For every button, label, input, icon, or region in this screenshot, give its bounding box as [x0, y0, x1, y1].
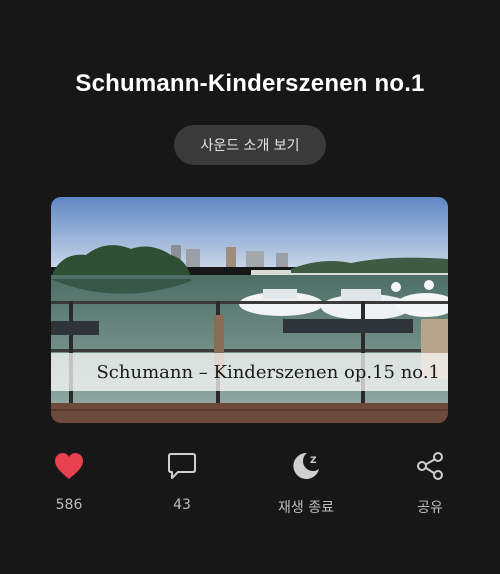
svg-text:Z: Z	[310, 456, 317, 466]
action-bar: 586 43 Z 재생 종료 공유	[0, 449, 500, 519]
comment-count: 43	[173, 497, 191, 513]
sleep-timer-button[interactable]: Z 재생 종료	[251, 449, 361, 519]
chat-bubble-icon	[165, 449, 199, 483]
track-thumbnail: Schumann – Kinderszenen op.15 no.1	[51, 197, 448, 423]
share-button[interactable]: 공유	[375, 449, 485, 519]
comments-button[interactable]: 43	[127, 449, 237, 519]
share-label: 공유	[417, 500, 443, 516]
moon-sleep-icon: Z	[289, 449, 323, 483]
like-button[interactable]: 586	[14, 449, 124, 519]
thumbnail-caption: Schumann – Kinderszenen op.15 no.1	[51, 353, 448, 391]
sound-intro-button[interactable]: 사운드 소개 보기	[174, 125, 326, 165]
like-count: 586	[55, 497, 83, 513]
sleep-timer-label: 재생 종료	[278, 500, 334, 516]
track-title: Schumann-Kinderszenen no.1	[75, 70, 425, 97]
share-icon	[413, 449, 447, 483]
heart-icon	[52, 449, 86, 483]
